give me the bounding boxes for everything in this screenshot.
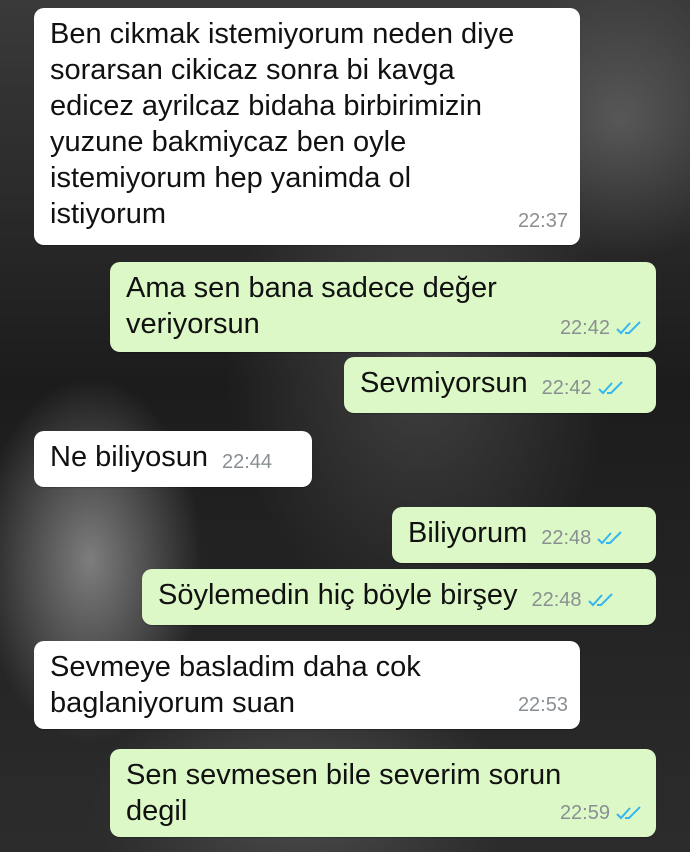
message-meta: 22:53 [518, 687, 568, 723]
message-text: Söylemedin hiç böyle birşey [158, 579, 518, 611]
message-meta: 22:42 [560, 310, 644, 346]
double-check-read-icon [597, 380, 626, 396]
message-meta: 22:37 [518, 203, 568, 239]
double-check-read-icon [616, 805, 644, 821]
message-time: 22:48 [541, 527, 592, 549]
message-time: 22:37 [517, 210, 568, 232]
message-meta: 22:48 [531, 582, 615, 618]
message-text: Sevmiyorsun [360, 367, 528, 399]
message-time: 22:42 [559, 317, 610, 339]
message-text: Biliyorum [408, 517, 528, 549]
message-bubble-incoming[interactable]: Sevmeye basladim daha cok baglaniyorum s… [34, 641, 580, 729]
message-meta: 22:48 [541, 520, 625, 556]
message-bubble-outgoing[interactable]: Sevmiyorsun 22:42 [344, 357, 656, 413]
message-time: 22:48 [531, 589, 582, 611]
message-text: Ne biliyosun [50, 441, 208, 473]
message-bubble-incoming[interactable]: Ben cikmak istemiyorum neden diye sorars… [34, 8, 580, 245]
double-check-read-icon [587, 592, 616, 608]
message-text: Ben cikmak istemiyorum neden diye sorars… [50, 18, 515, 230]
message-time: 22:44 [221, 451, 273, 473]
message-text: Sevmeye basladim daha cok baglaniyorum s… [50, 651, 421, 719]
message-meta: 22:42 [542, 370, 626, 406]
double-check-read-icon [616, 320, 644, 336]
message-bubble-outgoing[interactable]: Söylemedin hiç böyle birşey 22:48 [142, 569, 656, 625]
message-meta: 22:59 [560, 795, 644, 831]
message-time: 22:53 [517, 694, 568, 716]
message-bubble-outgoing[interactable]: Ama sen bana sadece değer veriyorsun 22:… [110, 262, 656, 352]
message-bubble-outgoing[interactable]: Biliyorum 22:48 [392, 507, 656, 563]
message-time: 22:42 [541, 377, 592, 399]
message-time: 22:59 [559, 802, 610, 824]
double-check-read-icon [597, 530, 625, 546]
message-bubble-outgoing[interactable]: Sen sevmesen bile severim sorun degil 22… [110, 749, 656, 837]
message-bubble-incoming[interactable]: Ne biliyosun 22:44 [34, 431, 312, 487]
message-meta: 22:44 [222, 444, 272, 480]
